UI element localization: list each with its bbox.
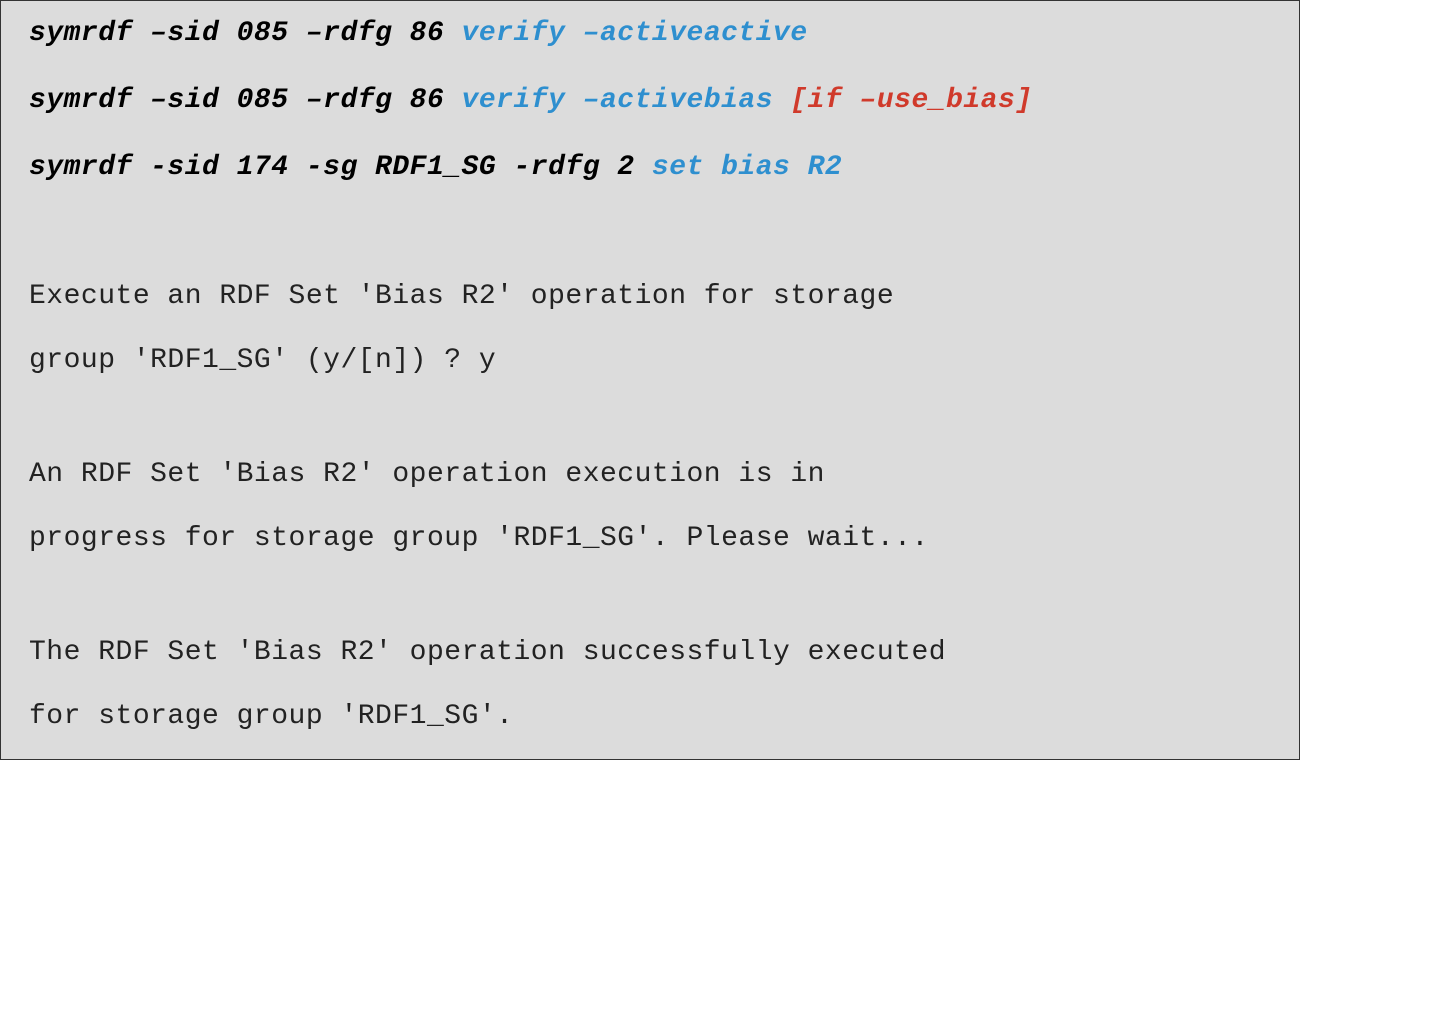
output-text: Execute an RDF Set 'Bias R2' operation f… xyxy=(29,283,1271,311)
command-prefix: symrdf -sid 174 -sg RDF1_SG -rdfg 2 xyxy=(29,152,652,183)
command-action: verify –activebias xyxy=(462,85,791,116)
output-prompt-group: Execute an RDF Set 'Bias R2' operation f… xyxy=(29,283,1271,375)
command-note: [if –use_bias] xyxy=(790,85,1032,116)
output-text: An RDF Set 'Bias R2' operation execution… xyxy=(29,461,1271,489)
terminal-output-box: symrdf –sid 085 –rdfg 86 verify –activea… xyxy=(0,0,1300,760)
output-text: progress for storage group 'RDF1_SG'. Pl… xyxy=(29,525,1271,553)
output-text: for storage group 'RDF1_SG'. xyxy=(29,703,1271,731)
command-line-3: symrdf -sid 174 -sg RDF1_SG -rdfg 2 set … xyxy=(29,153,1271,184)
command-prefix: symrdf –sid 085 –rdfg 86 xyxy=(29,85,462,116)
output-success-group: The RDF Set 'Bias R2' operation successf… xyxy=(29,639,1271,731)
command-action: set bias R2 xyxy=(652,152,842,183)
command-action: verify –activeactive xyxy=(462,18,808,49)
output-progress-group: An RDF Set 'Bias R2' operation execution… xyxy=(29,461,1271,553)
command-prefix: symrdf –sid 085 –rdfg 86 xyxy=(29,18,462,49)
command-line-2: symrdf –sid 085 –rdfg 86 verify –activeb… xyxy=(29,86,1271,117)
output-text: The RDF Set 'Bias R2' operation successf… xyxy=(29,639,1271,667)
output-text: group 'RDF1_SG' (y/[n]) ? y xyxy=(29,347,1271,375)
command-line-1: symrdf –sid 085 –rdfg 86 verify –activea… xyxy=(29,19,1271,50)
